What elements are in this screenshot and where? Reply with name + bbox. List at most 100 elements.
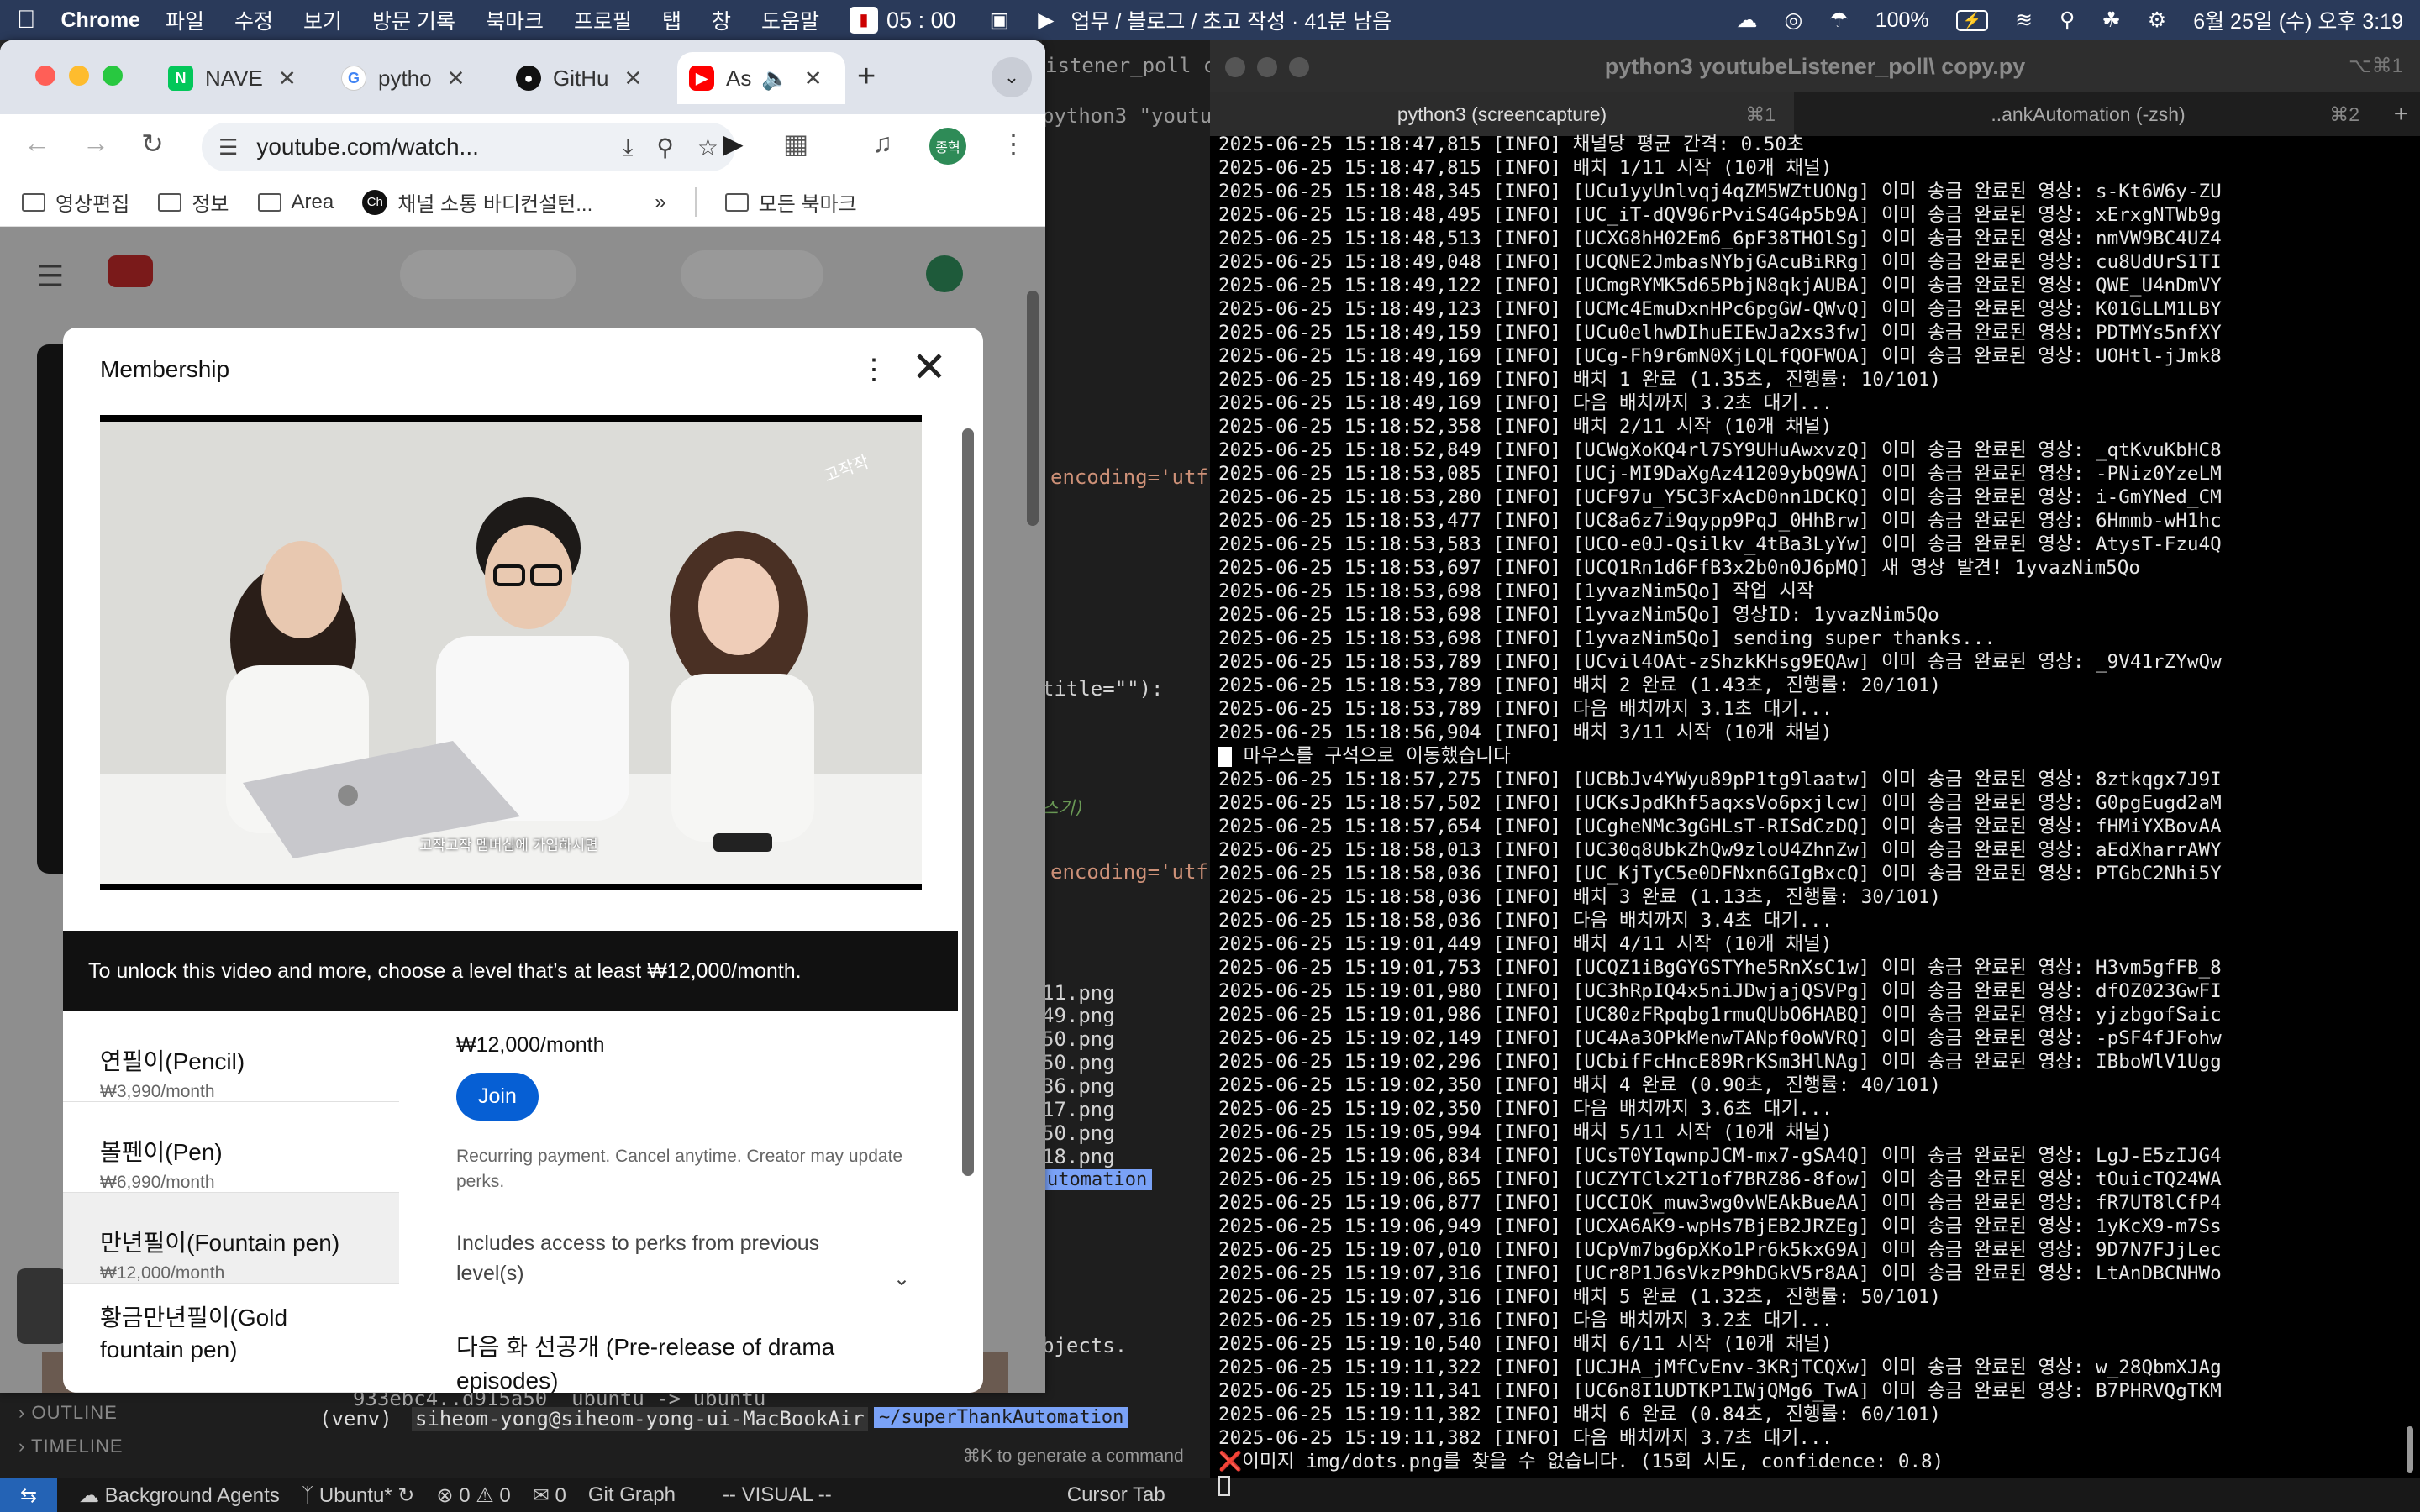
terminal-tab-1[interactable]: python3 (screencapture) ⌘1 bbox=[1210, 92, 1794, 136]
profile-avatar[interactable]: 종혁 bbox=[929, 128, 966, 165]
minimize-window-button[interactable] bbox=[69, 66, 89, 86]
dialog-scrollbar[interactable] bbox=[962, 428, 974, 1176]
terminal-output[interactable]: 2025-06-25 15:18:47,815 [INFO] 채널당 평균 간격… bbox=[1218, 133, 2412, 1497]
git-graph[interactable]: Git Graph bbox=[588, 1483, 676, 1507]
menu-view[interactable]: 보기 bbox=[303, 5, 342, 35]
action-chip[interactable] bbox=[17, 1268, 67, 1344]
menu-bookmarks[interactable]: 북마크 bbox=[486, 5, 544, 35]
git-branch[interactable]: ᛉ Ubuntu* ↻ bbox=[302, 1483, 415, 1508]
battery-icon[interactable]: ⚡ bbox=[1955, 9, 1989, 31]
control-center-icon[interactable]: ⚙ bbox=[2148, 8, 2166, 33]
window-icon[interactable]: ▣ bbox=[990, 8, 1010, 33]
menu-file[interactable]: 파일 bbox=[166, 5, 204, 35]
search-input[interactable] bbox=[400, 250, 576, 299]
install-app-icon[interactable]: ⤓ bbox=[623, 134, 633, 161]
menu-edit[interactable]: 수정 bbox=[234, 5, 273, 35]
airdrop-icon[interactable]: ◎ bbox=[1784, 8, 1802, 33]
page-scrollbar[interactable] bbox=[1027, 291, 1039, 526]
weather-icon[interactable]: ☂ bbox=[1829, 8, 1848, 33]
cloud-icon[interactable]: ☁ bbox=[1736, 8, 1757, 33]
level-pencil[interactable]: 연필이(Pencil) ₩3,990/month bbox=[63, 1011, 399, 1102]
hamburger-icon[interactable]: ☰ bbox=[37, 259, 64, 294]
media-play-icon[interactable]: ▶ bbox=[723, 128, 744, 160]
speaker-icon[interactable]: 🔈 bbox=[761, 66, 788, 92]
outline-section[interactable]: › OUTLINE bbox=[0, 1390, 286, 1424]
menu-profiles[interactable]: 프로필 bbox=[574, 5, 632, 35]
back-button[interactable]: ← bbox=[24, 128, 50, 159]
timeline-section[interactable]: › TIMELINE bbox=[0, 1424, 286, 1457]
level-pen[interactable]: 볼펜이(Pen) ₩6,990/month bbox=[63, 1102, 399, 1193]
extensions-icon[interactable]: ▦ bbox=[783, 128, 808, 160]
more-bookmarks-icon[interactable]: » bbox=[655, 191, 666, 214]
menu-tab[interactable]: 탭 bbox=[662, 5, 681, 35]
tab-youtube[interactable]: ▶ As 🔈 ✕ bbox=[677, 52, 845, 104]
bookmark-folder[interactable]: 정보 bbox=[158, 187, 229, 217]
level-gold-fountain-pen[interactable]: 황금만년필이(Gold fountain pen) bbox=[63, 1284, 399, 1393]
chrome-menu-icon[interactable]: ⋮ bbox=[1000, 128, 1027, 160]
vscode-terminal[interactable]: 933ebc4..d915a50 ubuntu -> ubuntu (venv)… bbox=[286, 1387, 1210, 1478]
menubar-clock[interactable]: 6월 25일 (수) 오후 3:19 bbox=[2193, 5, 2403, 35]
perks-expander[interactable]: Includes access to perks from previous l… bbox=[456, 1228, 826, 1289]
maximize-window-button[interactable] bbox=[1289, 57, 1309, 77]
more-options-icon[interactable]: ⋮ bbox=[860, 353, 888, 386]
zoom-icon[interactable]: ⚲ bbox=[656, 134, 674, 161]
menu-help[interactable]: 도움말 bbox=[761, 5, 819, 35]
timer-text[interactable]: 05 : 00 bbox=[886, 8, 956, 34]
tab-python[interactable]: G pytho ✕ bbox=[329, 52, 489, 104]
focus-status[interactable]: 업무 / 블로그 / 초고 작성 · 41분 남음 bbox=[1071, 5, 1392, 35]
new-tab-button[interactable]: + bbox=[857, 59, 876, 95]
close-window-button[interactable] bbox=[35, 66, 55, 86]
tab-search-button[interactable]: ⌄ bbox=[992, 57, 1032, 97]
level-fountain-pen[interactable]: 만년필이(Fountain pen) ₩12,000/month bbox=[63, 1193, 399, 1284]
close-icon[interactable]: ✕ bbox=[447, 66, 466, 92]
timer-icon[interactable]: ▮ bbox=[850, 7, 879, 34]
close-dialog-button[interactable]: ✕ bbox=[912, 346, 947, 388]
menu-history[interactable]: 방문 기록 bbox=[372, 5, 455, 35]
close-icon[interactable]: ✕ bbox=[623, 66, 642, 92]
bookmark-channel[interactable]: Ch 채널 소통 바디컨설턴... bbox=[362, 187, 592, 217]
chevron-down-icon[interactable]: ⌄ bbox=[893, 1267, 910, 1291]
ports-count[interactable]: ✉ 0 bbox=[533, 1483, 566, 1508]
url-text[interactable]: youtube.com/watch... bbox=[256, 134, 479, 160]
address-bar[interactable]: ☰ youtube.com/watch... ⤓ ⚲ ☆ bbox=[202, 123, 735, 171]
terminal-prompt[interactable] bbox=[1218, 1473, 2412, 1497]
youtube-avatar[interactable] bbox=[926, 255, 963, 292]
preview-caption: 고작고작 멤버십에 가입하시면 bbox=[419, 837, 598, 853]
wifi-icon[interactable]: ≋ bbox=[2015, 8, 2033, 33]
tab-naver[interactable]: N NAVE ✕ bbox=[156, 52, 316, 104]
level-detail: ₩12,000/month Join Recurring payment. Ca… bbox=[456, 1033, 927, 1393]
new-terminal-tab-button[interactable]: + bbox=[2382, 92, 2420, 136]
problems-count[interactable]: ⊗ 0 ⚠ 0 bbox=[436, 1483, 510, 1508]
maximize-window-button[interactable] bbox=[103, 66, 123, 86]
terminal-scrollbar[interactable] bbox=[2407, 1426, 2413, 1473]
bookmark-star-icon[interactable]: ☆ bbox=[697, 134, 718, 161]
cursor-tab[interactable]: Cursor Tab bbox=[1067, 1483, 1165, 1507]
background-agents[interactable]: ☁ Background Agents bbox=[79, 1483, 280, 1508]
membership-preview-video[interactable]: 고작작 고작고작 멤버십에 가입하시면 bbox=[100, 415, 922, 890]
menubar-app-name[interactable]: Chrome bbox=[61, 8, 140, 33]
battery-percent[interactable]: 100% bbox=[1876, 8, 1929, 33]
remote-icon[interactable]: ⇆ bbox=[0, 1478, 57, 1512]
tab-github[interactable]: ● GitHu ✕ bbox=[504, 52, 669, 104]
site-info-icon[interactable]: ☰ bbox=[218, 134, 238, 160]
create-button[interactable] bbox=[681, 250, 823, 299]
menu-window[interactable]: 창 bbox=[712, 5, 731, 35]
all-bookmarks[interactable]: 모든 북마크 bbox=[694, 187, 857, 217]
close-icon[interactable]: ✕ bbox=[804, 66, 823, 92]
minimize-window-button[interactable] bbox=[1257, 57, 1277, 77]
close-icon[interactable]: ✕ bbox=[278, 66, 297, 92]
close-window-button[interactable] bbox=[1225, 57, 1245, 77]
cat-icon[interactable]: ☘ bbox=[2102, 8, 2120, 33]
join-button[interactable]: Join bbox=[456, 1073, 539, 1121]
terminal-tab-2[interactable]: ..ankAutomation (-zsh) ⌘2 bbox=[1798, 92, 2378, 136]
media-queue-icon[interactable]: ♫ bbox=[872, 128, 892, 159]
spotlight-icon[interactable]: ⚲ bbox=[2060, 8, 2075, 33]
bookmark-folder[interactable]: Area bbox=[257, 191, 334, 214]
forward-button[interactable]: → bbox=[82, 128, 109, 159]
reload-button[interactable]: ↻ bbox=[141, 128, 164, 160]
preview-scene: 고작작 고작고작 멤버십에 가입하시면 bbox=[100, 422, 922, 884]
play-icon[interactable]: ▶ bbox=[1038, 8, 1054, 33]
apple-menu-icon[interactable]:  bbox=[17, 6, 36, 34]
youtube-logo-icon[interactable] bbox=[108, 255, 153, 287]
bookmark-folder[interactable]: 영상편집 bbox=[22, 187, 129, 217]
